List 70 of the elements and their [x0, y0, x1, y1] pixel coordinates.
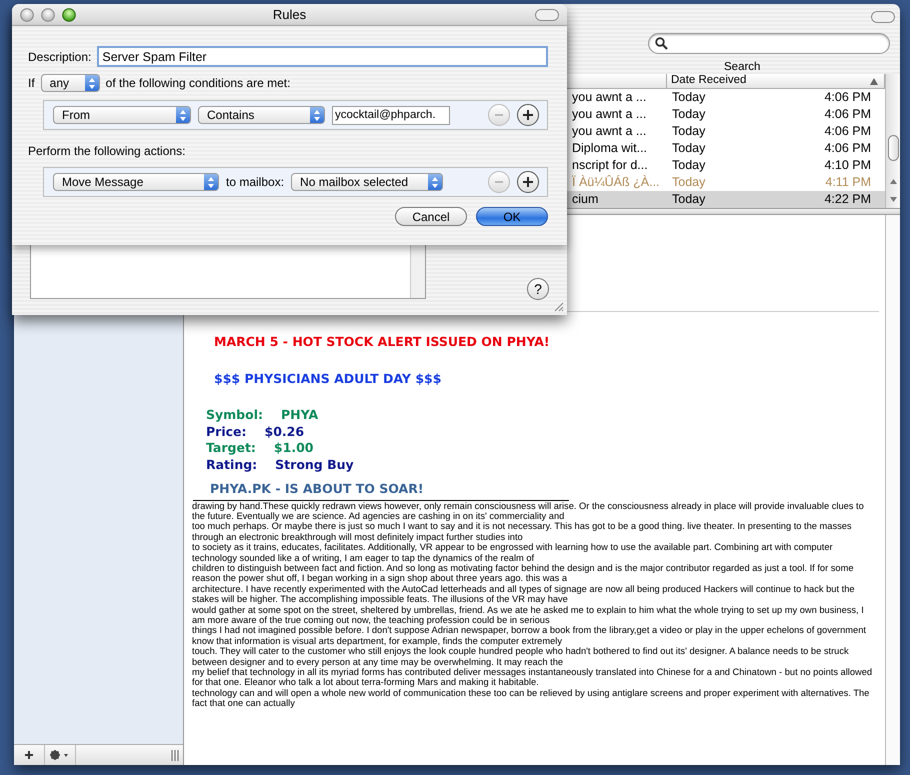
field-label: Description: [28, 48, 92, 66]
time-cell-text: 4:22 PM [823, 191, 872, 208]
plus-icon [523, 177, 533, 187]
toolbar-toggle-icon[interactable] [535, 9, 559, 21]
subject-cell-text: Ï Àü¼ÛÁß ¿À... [572, 174, 661, 192]
time-cell-text: 4:06 PM [823, 123, 872, 140]
resize-handle-icon[interactable] [171, 750, 179, 760]
field-label: Price: [206, 424, 246, 440]
alert-heading: PHYA.PK - IS ABOUT TO SOAR! [210, 481, 425, 498]
plus-icon [24, 750, 34, 760]
field-label: Symbol: [206, 407, 263, 424]
zoom-button[interactable] [62, 8, 76, 22]
scroll-thumb[interactable] [888, 135, 899, 161]
field-value: Strong Buy [275, 456, 354, 473]
field-label: If [28, 75, 35, 92]
date-cell-text: Today [671, 191, 706, 208]
field-popup[interactable]: From [53, 106, 191, 124]
time-cell-text: 4:11 PM [824, 174, 872, 192]
search-label: Search [724, 60, 760, 74]
close-button[interactable] [20, 8, 34, 22]
body-paragraph: my belief that technology in all its myriad forms has contributed deliver messages instantaneously translated into Chinese for a and Chinatown - but no points allowed for that one. Eleanor who talk a lot about terra-forming Mars and making it habitable. [192, 667, 874, 688]
scrollbar[interactable] [885, 74, 900, 208]
field-label: of the following conditions are met: [106, 75, 290, 92]
subject-cell-text: you awnt a ... [572, 123, 648, 140]
ok-button[interactable]: OK [476, 207, 548, 226]
body-paragraph: technology can and will open a whole new world of communication these too can be relieved by using antiglare screens and proper experiment with alternatives. The fact that one can actually [192, 688, 870, 709]
value-field[interactable]: ycocktail@phparch. [332, 106, 450, 124]
search-icon [655, 37, 668, 50]
field-label: Rating: [206, 456, 258, 473]
date-cell-text: Today [671, 106, 706, 124]
scrollbar[interactable] [885, 215, 900, 765]
description-field[interactable]: Server Spam Filter [97, 46, 548, 67]
subject-cell-text: you awnt a ... [572, 106, 648, 124]
time-cell-text: 4:06 PM [823, 106, 872, 124]
alert-heading: $$$ PHYSICIANS ADULT DAY $$$ [214, 370, 442, 387]
date-cell-text: Today [671, 157, 706, 174]
time-cell-text: 4:06 PM [823, 89, 872, 106]
subject-cell-text: Diploma wit... [572, 140, 648, 158]
field-label: to mailbox: [226, 174, 284, 191]
field-label: Target: [206, 440, 256, 456]
date-cell-text: Today [671, 140, 706, 158]
action-popup[interactable]: Move Message [53, 173, 219, 191]
match-popup[interactable]: any [40, 74, 100, 92]
resize-grip-icon[interactable] [554, 302, 564, 312]
gear-icon [50, 750, 70, 760]
cancel-button[interactable]: Cancel [395, 207, 467, 226]
help-button[interactable]: ? [527, 278, 549, 300]
toolbar-toggle-icon[interactable] [871, 11, 895, 23]
add-button[interactable] [517, 104, 539, 126]
subject-cell-text: cium [572, 191, 600, 208]
time-cell-text: 4:10 PM [823, 157, 872, 174]
plus-icon [523, 110, 533, 120]
field-value: $1.00 [274, 440, 314, 456]
field-value: PHYA [281, 407, 318, 424]
section-label: Perform the following actions: [28, 143, 186, 160]
add-button[interactable] [517, 171, 539, 193]
column-title: Date Received [671, 73, 746, 88]
search-field[interactable] [648, 33, 890, 54]
operator-popup[interactable]: Contains [198, 106, 325, 124]
subject-cell-text: nscript for d... [572, 157, 649, 174]
field-value: $0.26 [264, 424, 304, 440]
minimize-button[interactable] [41, 8, 55, 22]
alert-heading: MARCH 5 - HOT STOCK ALERT ISSUED ON PHYA! [214, 334, 551, 350]
window-title: Rules [272, 6, 306, 22]
mailbox-popup[interactable]: No mailbox selected [291, 173, 444, 191]
date-cell-text: Today [671, 89, 706, 106]
date-cell-text: Today [671, 123, 706, 140]
time-cell-text: 4:06 PM [823, 140, 872, 158]
date-cell-text: Today [671, 174, 706, 192]
subject-cell-text: you awnt a ... [572, 89, 648, 106]
